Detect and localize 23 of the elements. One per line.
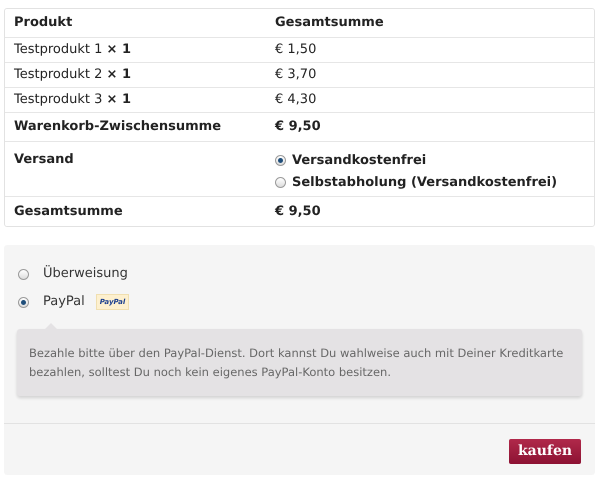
radio-button[interactable] (18, 268, 29, 280)
buy-button[interactable]: kaufen (509, 439, 581, 464)
column-header: Produkt (13, 14, 74, 32)
table-cell-text: Testprodukt 1 × 1 (13, 41, 132, 60)
table-cell-text: € 4,30 (274, 91, 318, 110)
table-cell-text: € 9,50 (274, 202, 322, 221)
radio-button[interactable] (18, 296, 29, 308)
table-cell-text: Testprodukt 2 × 1 (13, 66, 132, 84)
table-cell-text: € 3,70 (274, 66, 318, 84)
payment-method-label[interactable]: Überweisung (43, 264, 128, 284)
column-header: Gesamtsumme (274, 14, 385, 32)
radio-button[interactable] (275, 176, 286, 188)
table-cell-text: Warenkorb-Zwischensumme (13, 118, 222, 136)
shipping-option-label[interactable]: Selbstabholung (Versandkostenfrei) (292, 172, 558, 192)
payment-description: Bezahle bitte über den PayPal-Dienst. Dort kannst Du wahlweise auch mit Deiner Kreditkarte bezahlen, solltest Du noch kein eigenes PayPal-Konto besitzen. (29, 345, 564, 381)
table-cell-text: € 9,50 (274, 118, 322, 136)
table-cell-text: Gesamtsumme (13, 202, 124, 221)
table-cell-text: Testprodukt 3 × 1 (13, 91, 132, 110)
shipping-option-label[interactable]: Versandkostenfrei (292, 151, 426, 170)
payment-method-label[interactable]: PayPal (43, 292, 85, 312)
table-cell-text: € 1,50 (274, 41, 318, 60)
radio-button[interactable] (275, 155, 286, 166)
table-cell-text: Versand (13, 151, 75, 169)
